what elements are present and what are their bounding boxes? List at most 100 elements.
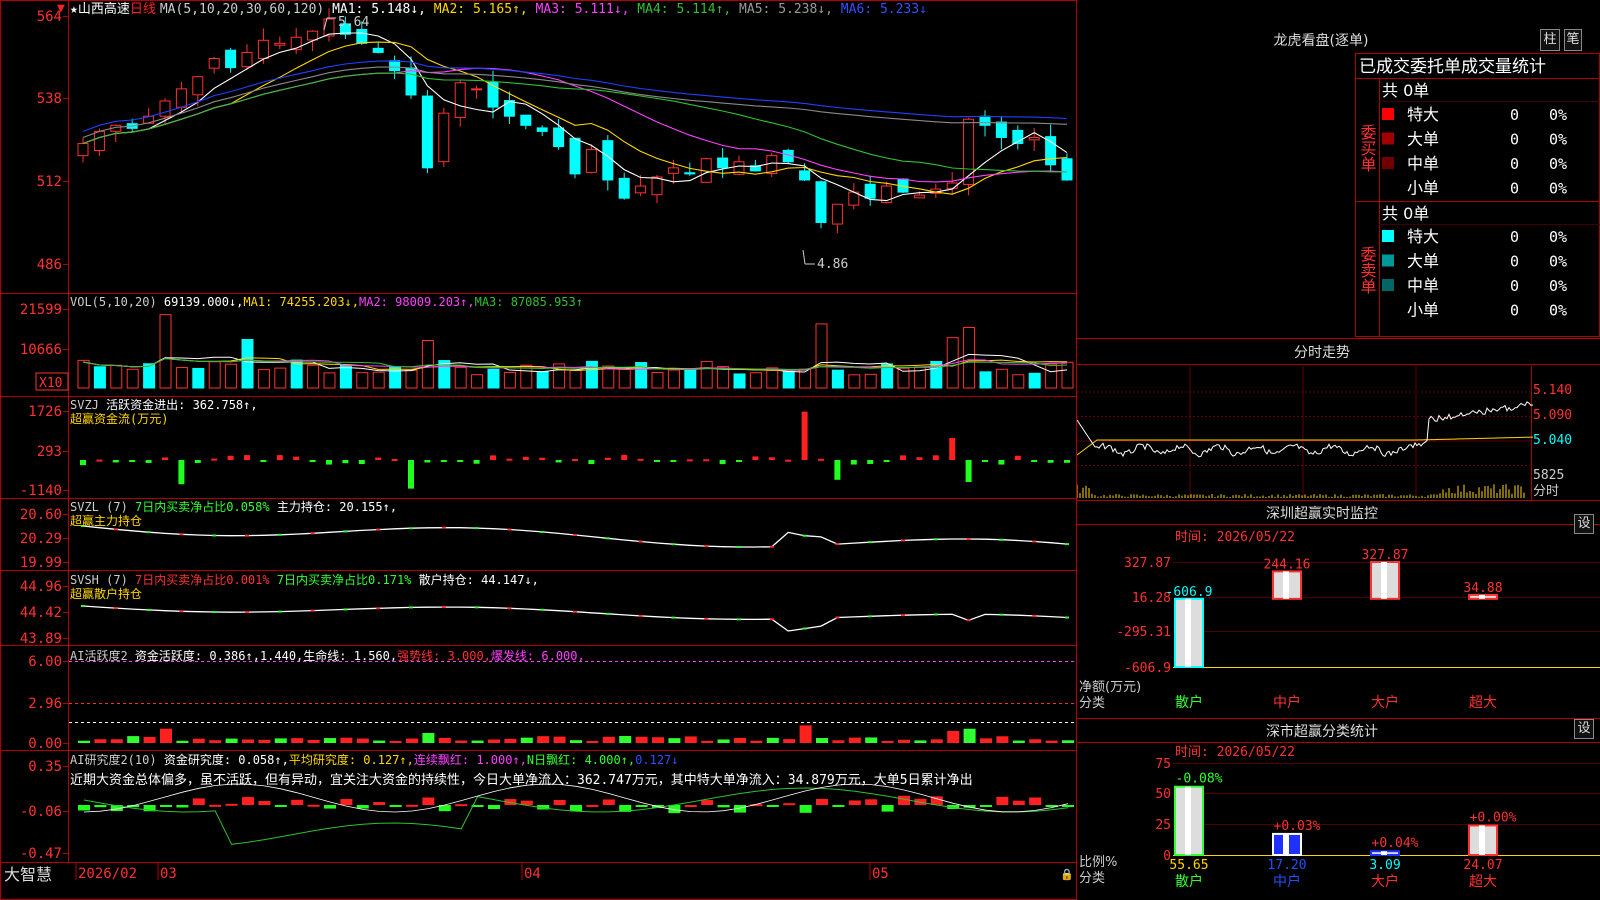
research-bar: [1062, 805, 1074, 807]
svzl-line-mark: [802, 534, 807, 537]
svzj-bar: [244, 455, 250, 460]
indicator-text: AI活跃度2: [70, 648, 135, 663]
date-axis: 2026/02 03 04 05: [75, 863, 889, 882]
activity-bar: [225, 738, 238, 743]
classify-value-label: 55.65: [1169, 858, 1208, 873]
activity-bar: [1062, 740, 1074, 743]
svzl-line-mark: [933, 538, 938, 541]
classify-ytick: 75: [1155, 757, 1171, 772]
monitor-ytick: -606.9: [1124, 661, 1171, 676]
svzl-line-mark: [441, 526, 446, 529]
monitor-bar: [1174, 597, 1204, 668]
activity-bar: [766, 737, 779, 743]
indicator-text: 7日内买卖净占比0.058%: [135, 499, 270, 514]
svzj-bar: [719, 460, 726, 465]
svsh-line-mark: [540, 608, 545, 611]
volume-bar: [1028, 372, 1041, 389]
research-line: [83, 787, 1069, 845]
volume-bar: [405, 369, 418, 389]
svzl-line-mark: [474, 527, 479, 530]
svzj-bar: [604, 457, 611, 460]
svsh-line-mark: [343, 608, 348, 611]
svzj-bar: [785, 459, 792, 462]
svzj-bar: [834, 460, 841, 480]
activity-bar: [783, 739, 796, 743]
volume-bar: [372, 371, 385, 389]
svzj-bar: [867, 460, 874, 464]
svzl-axis: 20.60 20.29 19.99: [20, 507, 68, 571]
candle-body: [602, 140, 614, 181]
svzj-bar: [309, 460, 316, 462]
axis-tick-label: 2.96: [28, 696, 62, 712]
row-pct: 0%: [1549, 180, 1567, 198]
low-label: 4.86: [817, 257, 848, 272]
svzj-bar: [145, 460, 152, 463]
indicator-text: 资金活跃度: 0.386↑,: [135, 648, 260, 663]
volume-bar: [110, 364, 123, 389]
legend-swatch: [1382, 254, 1394, 267]
monitor-settings-button[interactable]: 设: [1574, 514, 1594, 534]
activity-bar: [422, 732, 435, 743]
classify-settings-button[interactable]: 设: [1574, 719, 1594, 739]
svsh-line: [81, 605, 1069, 632]
svzj-bar: [736, 460, 742, 462]
volume-bar: [1061, 361, 1074, 389]
buy-count: 共 0单: [1382, 81, 1429, 100]
classify-bar: [1174, 785, 1204, 857]
candle-body: [815, 181, 827, 223]
volume-bar: [1012, 374, 1025, 389]
row-value: 0: [1510, 180, 1519, 198]
ai-research-bars: [78, 783, 1074, 845]
monitor-bar: [1272, 570, 1302, 600]
kline-chart-area[interactable]: 564538512486 5.64 4.86 ▼ ★山西高速日线 MA(5,10,…: [0, 0, 1078, 900]
svzl-line-mark: [179, 533, 184, 536]
activity-bar: [471, 740, 484, 743]
candle-body: [192, 76, 204, 96]
activity-bar: [602, 736, 615, 743]
activity-bar: [242, 739, 254, 743]
research-bar: [307, 804, 320, 807]
activity-bar: [963, 728, 976, 743]
row-value: 0: [1510, 228, 1519, 246]
svzj-bar: [998, 460, 1005, 465]
svzj-bar: [358, 460, 365, 465]
activity-bar: [553, 736, 566, 743]
legend-swatch: [1382, 279, 1394, 291]
indicator-text: MA3: 87085.953↑: [475, 295, 583, 309]
indicator-text: N日飘红: 4.000↑,: [527, 752, 635, 767]
tick-mode-button[interactable]: 笔: [1564, 29, 1582, 51]
research-bar: [881, 805, 894, 812]
svzj-bar: [112, 460, 119, 463]
volume-bar: [257, 369, 270, 389]
candle-body: [585, 149, 597, 173]
classify-category: 大户: [1371, 873, 1399, 890]
indicator-text: MA2: 5.165↑,: [426, 2, 528, 17]
candle-body: [864, 183, 876, 199]
classify-ytick: 25: [1155, 818, 1171, 833]
classify-change-label: -0.08%: [1176, 772, 1223, 787]
lock-icon[interactable]: 🔒: [1060, 868, 1074, 881]
svsh-line-mark: [212, 611, 217, 614]
svsh-line-mark: [409, 606, 413, 609]
candle-body: [717, 157, 729, 169]
svzj-bar: [703, 459, 710, 462]
research-bar: [340, 799, 353, 805]
axis-tick-label: -0.06: [20, 804, 62, 820]
row-pct: 0%: [1549, 277, 1567, 295]
vol-unit-label: X10: [39, 376, 62, 391]
activity-bar: [160, 728, 172, 743]
axis-tick-label: 10666: [20, 342, 62, 358]
activity-bar: [865, 737, 878, 743]
research-bar: [570, 805, 582, 812]
candle-body: [569, 137, 581, 175]
svzj-bar: [768, 457, 775, 460]
svzl-line-mark: [277, 533, 282, 536]
svzl-line-mark: [573, 533, 577, 536]
bar-mode-button[interactable]: 柱: [1540, 29, 1560, 51]
volume-bar: [848, 374, 861, 389]
row-value: 0: [1510, 106, 1519, 124]
candle-body: [307, 30, 319, 41]
svsh-line-mark: [966, 619, 971, 622]
volume-bar: [487, 368, 500, 389]
volume-bar: [1045, 363, 1058, 389]
